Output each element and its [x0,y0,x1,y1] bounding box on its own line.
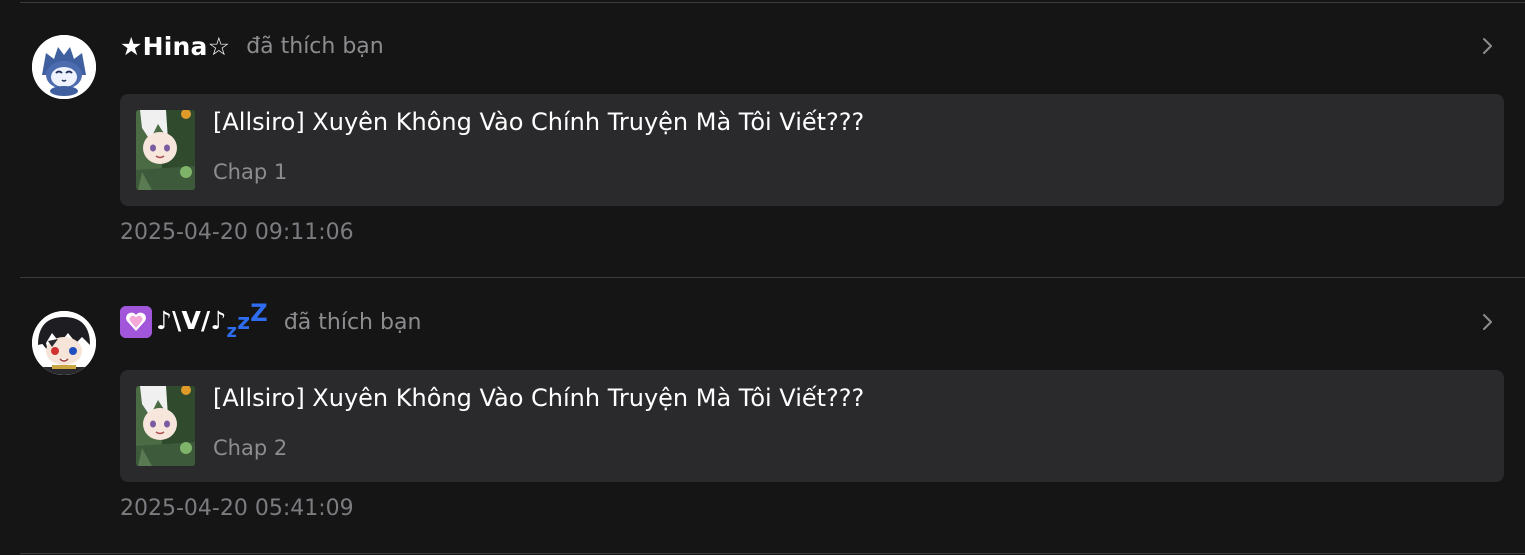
chevron-right-icon[interactable] [1475,34,1499,58]
zzz-z3: Z [250,299,268,327]
timestamp: 2025-04-20 09:11:06 [120,220,354,245]
action-text: đã thích bạn [283,309,422,335]
username-text: ♪\V/♪ [156,306,227,335]
bottom-divider [20,553,1525,554]
action-text: đã thích bạn [246,33,384,59]
story-cover [136,386,195,466]
wolf-cat-avatar-icon [32,35,96,99]
chapter-label: Chap 2 [213,436,288,460]
story-title[interactable]: [Allsiro] Xuyên Không Vào Chính Truyện M… [213,108,864,136]
anime-cover-icon [136,110,195,190]
story-title[interactable]: [Allsiro] Xuyên Không Vào Chính Truyện M… [213,384,864,412]
anime-boy-avatar-icon [32,311,96,375]
user-avatar[interactable] [32,35,96,99]
story-card[interactable]: [Allsiro] Xuyên Không Vào Chính Truyện M… [120,370,1504,482]
heart-emoji-icon [120,306,152,338]
story-cover [136,110,195,190]
user-avatar[interactable] [32,311,96,375]
zzz-z2: z [237,310,251,335]
anime-cover-icon [136,386,195,466]
notification-item[interactable]: ★Hina☆ đã thích bạn [Allsiro] Xuyên Khôn… [0,0,1525,275]
story-card[interactable]: [Allsiro] Xuyên Không Vào Chính Truyện M… [120,94,1504,206]
notification-item[interactable]: ♪\V/♪zzZ đã thích bạn [Allsiro] Xuyên Kh… [0,276,1525,551]
chapter-label: Chap 1 [213,160,288,184]
zzz-z1: z [226,321,238,342]
timestamp: 2025-04-20 05:41:09 [120,496,354,521]
notification-header: ♪\V/♪zzZ đã thích bạn [120,299,422,342]
username[interactable]: ♪\V/♪zzZ [120,299,268,342]
notification-header: ★Hina☆ đã thích bạn [120,28,384,64]
username[interactable]: ★Hina☆ [120,32,230,61]
chevron-right-icon[interactable] [1475,310,1499,334]
